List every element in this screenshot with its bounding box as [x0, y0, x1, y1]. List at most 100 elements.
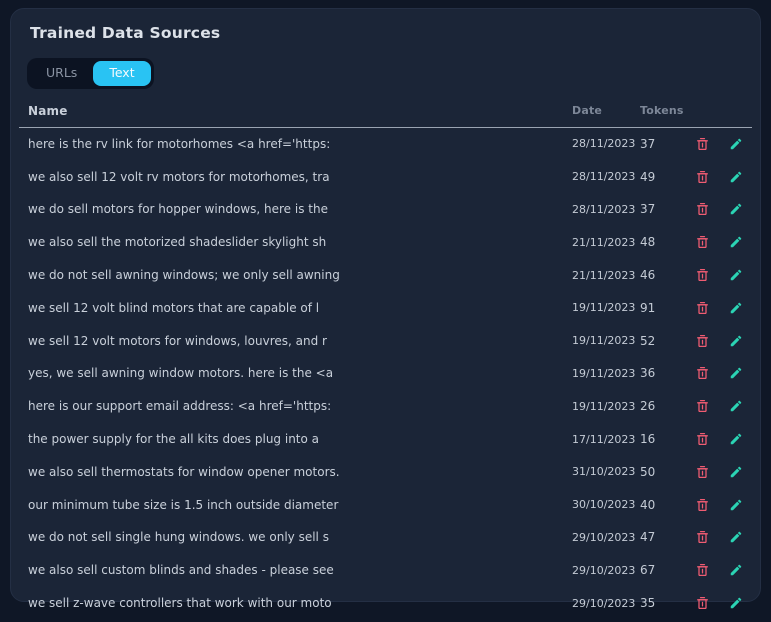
pencil-icon	[729, 432, 743, 446]
tab-group: URLs Text	[27, 58, 154, 89]
delete-row-button[interactable]	[694, 364, 711, 382]
pencil-icon	[729, 301, 743, 315]
row-date: 31/10/2023	[572, 465, 640, 478]
tab-text[interactable]: Text	[93, 61, 150, 86]
trash-icon	[696, 137, 709, 151]
row-name: here is the rv link for motorhomes <a hr…	[19, 137, 572, 151]
edit-row-button[interactable]	[727, 233, 745, 251]
table-row: the power supply for the all kits does p…	[19, 423, 752, 456]
delete-row-button[interactable]	[694, 430, 711, 448]
row-tokens: 26	[640, 399, 686, 413]
row-date: 19/11/2023	[572, 334, 640, 347]
row-tokens: 49	[640, 170, 686, 184]
table-row: we also sell 12 volt rv motors for motor…	[19, 160, 752, 193]
edit-row-button[interactable]	[727, 332, 745, 350]
pencil-icon	[729, 202, 743, 216]
row-name: we do not sell awning windows; we only s…	[19, 268, 572, 282]
row-tokens: 67	[640, 563, 686, 577]
delete-row-button[interactable]	[694, 299, 711, 317]
delete-row-button[interactable]	[694, 397, 711, 415]
edit-row-button[interactable]	[727, 496, 745, 514]
pencil-icon	[729, 498, 743, 512]
row-tokens: 37	[640, 137, 686, 151]
edit-row-button[interactable]	[727, 430, 745, 448]
row-name: we also sell 12 volt rv motors for motor…	[19, 170, 572, 184]
delete-row-button[interactable]	[694, 561, 711, 579]
row-tokens: 46	[640, 268, 686, 282]
trash-icon	[696, 498, 709, 512]
delete-row-button[interactable]	[694, 200, 711, 218]
pencil-icon	[729, 465, 743, 479]
row-date: 17/11/2023	[572, 433, 640, 446]
pencil-icon	[729, 596, 743, 610]
row-date: 28/11/2023	[572, 203, 640, 216]
row-name: we sell z-wave controllers that work wit…	[19, 596, 572, 610]
delete-row-button[interactable]	[694, 332, 711, 350]
row-name: we also sell thermostats for window open…	[19, 465, 572, 479]
trash-icon	[696, 530, 709, 544]
trash-icon	[696, 563, 709, 577]
pencil-icon	[729, 530, 743, 544]
column-header-date: Date	[572, 104, 640, 117]
delete-row-button[interactable]	[694, 168, 711, 186]
page-title: Trained Data Sources	[30, 24, 752, 42]
delete-row-button[interactable]	[694, 528, 711, 546]
table-header-row: Name Date Tokens	[19, 99, 752, 123]
pencil-icon	[729, 268, 743, 282]
edit-row-button[interactable]	[727, 168, 745, 186]
trash-icon	[696, 202, 709, 216]
row-date: 29/10/2023	[572, 531, 640, 544]
edit-row-button[interactable]	[727, 594, 745, 612]
row-name: we sell 12 volt blind motors that are ca…	[19, 301, 572, 315]
table-row: we do sell motors for hopper windows, he…	[19, 193, 752, 226]
delete-row-button[interactable]	[694, 463, 711, 481]
edit-row-button[interactable]	[727, 528, 745, 546]
edit-row-button[interactable]	[727, 463, 745, 481]
trash-icon	[696, 170, 709, 184]
delete-row-button[interactable]	[694, 266, 711, 284]
pencil-icon	[729, 563, 743, 577]
tab-urls[interactable]: URLs	[30, 61, 93, 86]
row-name: the power supply for the all kits does p…	[19, 432, 572, 446]
table-body: here is the rv link for motorhomes <a hr…	[19, 128, 752, 620]
row-name: we also sell custom blinds and shades - …	[19, 563, 572, 577]
row-date: 19/11/2023	[572, 301, 640, 314]
row-tokens: 36	[640, 366, 686, 380]
delete-row-button[interactable]	[694, 135, 711, 153]
row-name: we do not sell single hung windows. we o…	[19, 530, 572, 544]
trash-icon	[696, 432, 709, 446]
edit-row-button[interactable]	[727, 266, 745, 284]
table-row: here is our support email address: <a hr…	[19, 390, 752, 423]
row-name: our minimum tube size is 1.5 inch outsid…	[19, 498, 572, 512]
edit-row-button[interactable]	[727, 200, 745, 218]
edit-row-button[interactable]	[727, 561, 745, 579]
table-row: we do not sell awning windows; we only s…	[19, 259, 752, 292]
row-date: 21/11/2023	[572, 236, 640, 249]
table-row: our minimum tube size is 1.5 inch outsid…	[19, 488, 752, 521]
row-date: 21/11/2023	[572, 269, 640, 282]
delete-row-button[interactable]	[694, 594, 711, 612]
table-row: yes, we sell awning window motors. here …	[19, 357, 752, 390]
trash-icon	[696, 268, 709, 282]
delete-row-button[interactable]	[694, 233, 711, 251]
row-date: 29/10/2023	[572, 597, 640, 610]
trash-icon	[696, 399, 709, 413]
delete-row-button[interactable]	[694, 496, 711, 514]
pencil-icon	[729, 235, 743, 249]
pencil-icon	[729, 366, 743, 380]
table-row: we sell 12 volt blind motors that are ca…	[19, 291, 752, 324]
edit-row-button[interactable]	[727, 135, 745, 153]
table-row: we sell z-wave controllers that work wit…	[19, 587, 752, 620]
pencil-icon	[729, 334, 743, 348]
pencil-icon	[729, 137, 743, 151]
row-tokens: 52	[640, 334, 686, 348]
edit-row-button[interactable]	[727, 364, 745, 382]
trash-icon	[696, 301, 709, 315]
pencil-icon	[729, 170, 743, 184]
column-header-tokens: Tokens	[640, 104, 686, 117]
edit-row-button[interactable]	[727, 299, 745, 317]
trained-data-sources-panel: Trained Data Sources URLs Text Name Date…	[10, 8, 761, 602]
table-row: we do not sell single hung windows. we o…	[19, 521, 752, 554]
edit-row-button[interactable]	[727, 397, 745, 415]
row-date: 28/11/2023	[572, 170, 640, 183]
